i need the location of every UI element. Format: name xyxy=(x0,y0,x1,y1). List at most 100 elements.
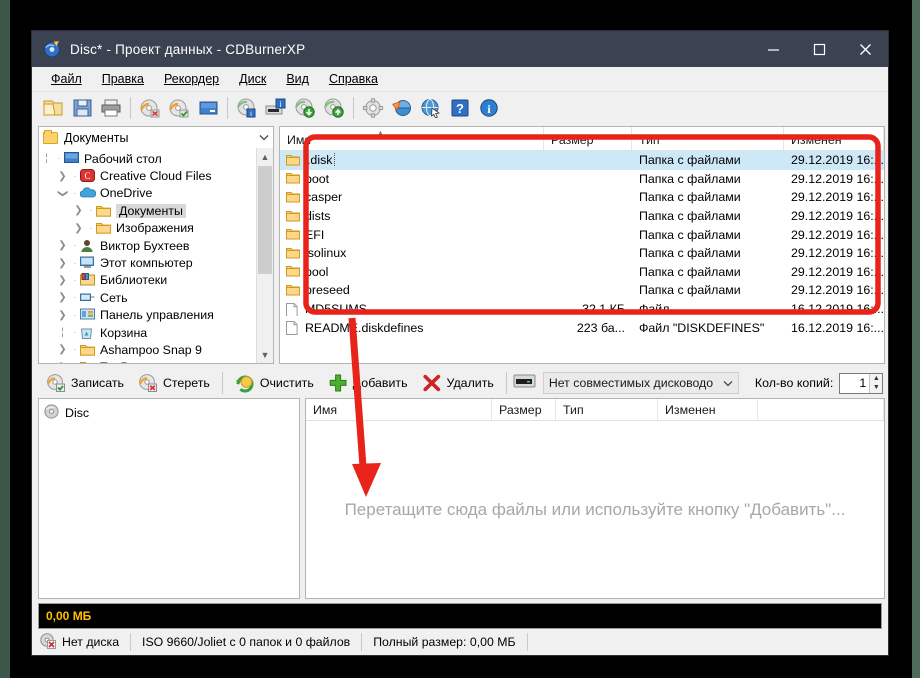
project-tree-pane[interactable]: Disc xyxy=(38,398,300,599)
scroll-down-icon[interactable]: ▼ xyxy=(257,346,273,363)
tree-item[interactable]: ❯·Библиотеки xyxy=(39,272,256,289)
project-root-item[interactable]: Disc xyxy=(44,404,299,422)
disc-info-icon[interactable]: i xyxy=(233,94,261,122)
tree-item[interactable]: ❯·Виктор Бухтеев xyxy=(39,237,256,254)
burn-button[interactable]: Записать xyxy=(40,370,130,396)
column-header-size[interactable]: Размер xyxy=(544,127,632,150)
scroll-thumb[interactable] xyxy=(258,166,272,274)
tree-item[interactable]: ❯·Этот компьютер xyxy=(39,254,256,271)
project-list-header: Имя Размер Тип Изменен xyxy=(306,399,884,421)
file-row[interactable]: bootПапка с файлами29.12.2019 16:... xyxy=(280,170,884,189)
project-column-modified[interactable]: Изменен xyxy=(658,399,758,420)
remove-button[interactable]: Удалить xyxy=(416,370,500,396)
clear-button[interactable]: Очистить xyxy=(229,370,320,396)
status-bar: Нет диска ISO 9660/Joliet с 0 папок и 0 … xyxy=(32,629,888,655)
file-list-body[interactable]: .diskПапка с файлами29.12.2019 16:...boo… xyxy=(280,151,884,363)
chevron-down-icon[interactable]: ❯ xyxy=(57,186,68,201)
open-project-icon[interactable] xyxy=(39,94,67,122)
tree-item[interactable]: ❯·Сеть xyxy=(39,289,256,306)
drive-select[interactable]: Нет совместимых дисководо xyxy=(543,372,739,394)
tree-item[interactable]: ❯·OneDrive xyxy=(39,185,256,202)
spin-down-icon[interactable]: ▼ xyxy=(870,383,882,393)
tree-item[interactable]: ❯·Tor Browser xyxy=(39,359,256,363)
rip-disc-icon[interactable] xyxy=(291,94,319,122)
menu-disc[interactable]: Диск xyxy=(229,69,276,89)
file-row[interactable]: EFIПапка с файлами29.12.2019 16:... xyxy=(280,225,884,244)
help-icon[interactable]: ? xyxy=(446,94,474,122)
tree-item[interactable]: ¦·Корзина xyxy=(39,324,256,341)
file-name-label: .disk xyxy=(305,153,334,167)
main-toolbar: i i ? i xyxy=(32,92,888,124)
chevron-right-icon[interactable]: ❯ xyxy=(55,258,70,269)
maximize-button[interactable] xyxy=(796,31,842,67)
copies-stepper[interactable]: 1 ▲ ▼ xyxy=(839,373,883,394)
about-icon[interactable]: i xyxy=(475,94,503,122)
menu-view[interactable]: Вид xyxy=(276,69,319,89)
copies-value[interactable]: 1 xyxy=(840,376,869,390)
close-disc-icon[interactable] xyxy=(194,94,222,122)
erase-disc-icon[interactable] xyxy=(136,94,164,122)
file-row[interactable]: MD5SUMS32,1 КБФайл16.12.2019 16:... xyxy=(280,300,884,319)
erase-button[interactable]: Стереть xyxy=(132,370,216,396)
tree-item[interactable]: ❯·Ashampoo Snap 9 xyxy=(39,341,256,358)
title-bar[interactable]: Disc* - Проект данных - CDBurnerXP xyxy=(32,31,888,67)
chevron-right-icon[interactable]: ❯ xyxy=(55,310,70,321)
drive-info-icon[interactable]: i xyxy=(262,94,290,122)
column-header-type[interactable]: Тип xyxy=(632,127,784,150)
menu-file[interactable]: Файл xyxy=(41,69,92,89)
menu-recorder[interactable]: Рекордер xyxy=(154,69,229,89)
tree-item[interactable]: ❯·CCreative Cloud Files xyxy=(39,167,256,184)
copies-spin-arrows[interactable]: ▲ ▼ xyxy=(869,374,882,393)
tree-scrollbar[interactable]: ▲ ▼ xyxy=(256,148,273,363)
path-combobox[interactable]: Документы xyxy=(38,126,274,149)
burn-disc-icon[interactable] xyxy=(165,94,193,122)
file-name-cell: README.diskdefines xyxy=(280,321,544,335)
website-icon[interactable] xyxy=(417,94,445,122)
chevron-right-icon[interactable]: ❯ xyxy=(55,344,70,355)
file-row[interactable]: casperПапка с файлами29.12.2019 16:... xyxy=(280,188,884,207)
project-column-type[interactable]: Тип xyxy=(556,399,658,420)
menu-help[interactable]: Справка xyxy=(319,69,388,89)
drop-area[interactable]: Имя Размер Тип Изменен Перетащите сюда ф… xyxy=(305,398,885,599)
save-project-icon[interactable] xyxy=(68,94,96,122)
file-row[interactable]: distsПапка с файлами29.12.2019 16:... xyxy=(280,207,884,226)
chevron-right-icon[interactable]: ❯ xyxy=(55,171,70,182)
project-column-name[interactable]: Имя xyxy=(306,399,492,420)
cd-burner-icon xyxy=(43,40,61,58)
column-header-name[interactable]: Имя xyxy=(280,127,544,150)
column-header-modified[interactable]: Изменен xyxy=(784,127,884,150)
file-row[interactable]: .diskПапка с файлами29.12.2019 16:... xyxy=(280,151,884,170)
tree-connector: · xyxy=(70,362,80,363)
add-button[interactable]: Добавить xyxy=(322,370,414,396)
tree-item[interactable]: ❯·Изображения xyxy=(39,220,256,237)
settings-icon[interactable] xyxy=(359,94,387,122)
tree-item[interactable]: ❯·Панель управления xyxy=(39,307,256,324)
create-iso-icon[interactable] xyxy=(320,94,348,122)
svg-text:?: ? xyxy=(456,101,464,116)
toolbar-separator xyxy=(130,97,131,119)
file-row[interactable]: preseedПапка с файлами29.12.2019 16:... xyxy=(280,281,884,300)
tree-item[interactable]: ¦·Рабочий стол xyxy=(39,150,256,167)
file-row[interactable]: README.diskdefines223 ба...Файл "DISKDEF… xyxy=(280,318,884,337)
action-separator xyxy=(222,372,223,394)
chevron-right-icon[interactable]: ❯ xyxy=(71,223,86,234)
project-column-size[interactable]: Размер xyxy=(492,399,556,420)
folder-icon xyxy=(286,154,300,167)
chevron-right-icon[interactable]: ❯ xyxy=(71,205,86,216)
chevron-right-icon[interactable]: ❯ xyxy=(55,240,70,251)
file-row[interactable]: poolПапка с файлами29.12.2019 16:... xyxy=(280,263,884,282)
menu-edit[interactable]: Правка xyxy=(92,69,154,89)
scroll-up-icon[interactable]: ▲ xyxy=(257,148,273,165)
print-icon[interactable] xyxy=(97,94,125,122)
minimize-button[interactable] xyxy=(750,31,796,67)
file-row[interactable]: isolinuxПапка с файлами29.12.2019 16:... xyxy=(280,244,884,263)
chevron-right-icon[interactable]: ❯ xyxy=(55,275,70,286)
spin-up-icon[interactable]: ▲ xyxy=(870,374,882,384)
close-button[interactable] xyxy=(842,31,888,67)
tree-item-label: Документы xyxy=(116,204,186,218)
chevron-right-icon[interactable]: ❯ xyxy=(55,362,70,363)
chevron-right-icon[interactable]: ❯ xyxy=(55,292,70,303)
check-updates-icon[interactable] xyxy=(388,94,416,122)
tree-item[interactable]: ❯·Документы xyxy=(39,202,256,219)
folder-tree[interactable]: ¦·Рабочий стол❯·CCreative Cloud Files❯·O… xyxy=(38,148,274,364)
